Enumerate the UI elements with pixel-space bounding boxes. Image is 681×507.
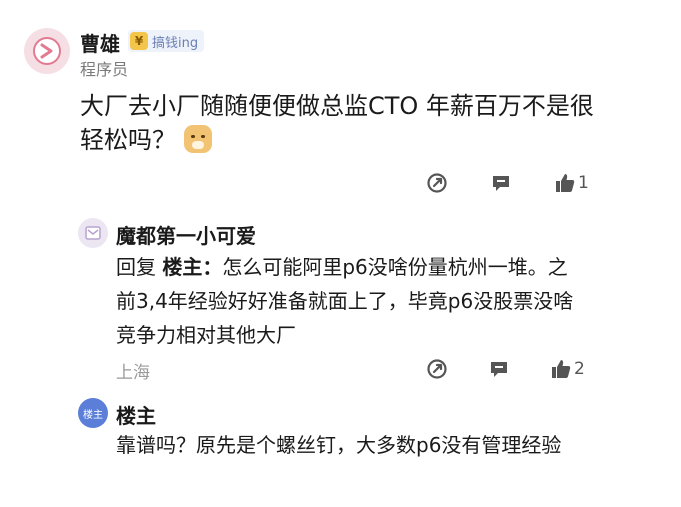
dog-face-icon <box>184 125 212 153</box>
avatar-mail-icon <box>85 226 101 240</box>
badge-label: 搞钱ing <box>152 35 199 51</box>
share-icon <box>427 173 447 193</box>
share-icon <box>427 359 447 379</box>
like-count: 2 <box>574 359 585 379</box>
reply-actions: 2 <box>426 358 585 380</box>
op-reply-content: 靠谱吗？原先是个螺丝钉，大多数p6没有管理经验 <box>116 433 562 457</box>
comment-button[interactable] <box>488 358 510 380</box>
thumbs-up-icon <box>552 360 571 378</box>
op-author-name[interactable]: 楼主 <box>116 400 156 429</box>
avatar-logo-icon <box>33 37 61 65</box>
comment-actions: 1 <box>426 172 589 194</box>
comment-button[interactable] <box>490 172 512 194</box>
author-name[interactable]: 曹雄 <box>80 28 120 57</box>
reply-location: 上海 <box>116 363 150 383</box>
comment-icon <box>491 362 507 377</box>
like-button[interactable]: 1 <box>554 172 589 194</box>
reply-avatar[interactable] <box>78 218 108 248</box>
like-count: 1 <box>578 173 589 193</box>
reply-author-name[interactable]: 魔都第一小可爱 <box>116 220 256 249</box>
coin-icon: ¥ <box>130 32 148 50</box>
comment-icon <box>493 176 509 191</box>
like-button[interactable]: 2 <box>550 358 585 380</box>
share-button[interactable] <box>426 358 448 380</box>
reply-content: 回复 楼主：怎么可能阿里p6没啥份量杭州一堆。之前3,4年经验好好准备就面上了，… <box>116 250 586 352</box>
reply-prefix: 回复 <box>116 255 163 279</box>
author-avatar[interactable] <box>24 28 70 74</box>
user-badge[interactable]: ¥ 搞钱ing <box>128 30 205 52</box>
op-avatar[interactable]: 楼主 <box>78 398 108 428</box>
author-role: 程序员 <box>80 60 129 79</box>
thumbs-up-icon <box>556 174 575 192</box>
share-button[interactable] <box>426 172 448 194</box>
comment-text: 大厂去小厂随随便便做总监CTO 年薪百万不是很轻松吗？ <box>80 92 594 154</box>
reply-target[interactable]: 楼主： <box>162 255 222 279</box>
comment-content: 大厂去小厂随随便便做总监CTO 年薪百万不是很轻松吗？ <box>80 89 600 157</box>
